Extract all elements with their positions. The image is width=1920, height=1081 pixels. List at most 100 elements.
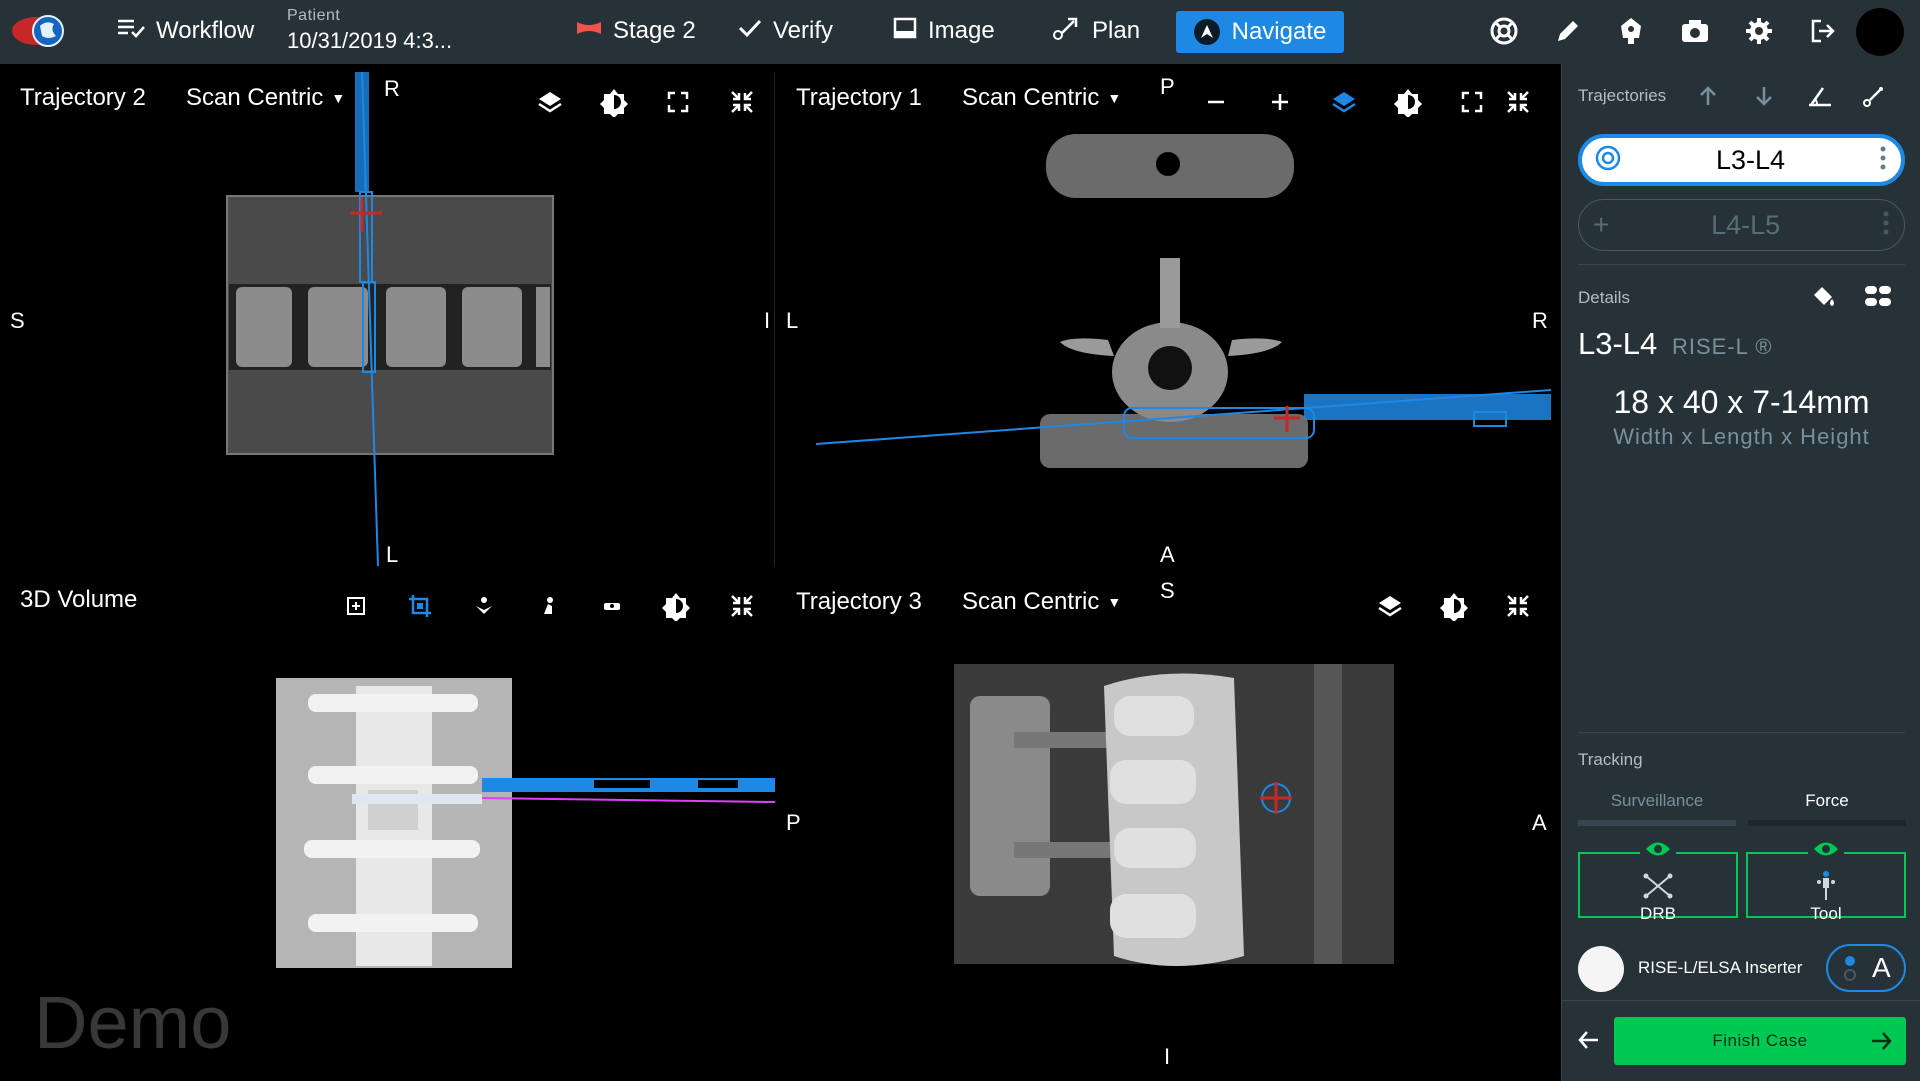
view-top-icon[interactable] xyxy=(466,588,502,624)
orientation-right: A xyxy=(1532,810,1547,835)
trajectories-label: Trajectories xyxy=(1578,86,1667,105)
contrast-icon[interactable] xyxy=(1436,588,1472,624)
logout-icon[interactable] xyxy=(1806,14,1840,48)
layers-icon[interactable] xyxy=(1372,588,1408,624)
crop-icon[interactable] xyxy=(402,588,438,624)
view-side-icon[interactable] xyxy=(530,588,566,624)
forward-arrow-icon xyxy=(1868,1028,1894,1059)
tracker-drb[interactable]: DRB xyxy=(1578,840,1738,923)
collapse-icon[interactable] xyxy=(724,84,760,120)
view-front-icon[interactable] xyxy=(594,588,630,624)
zoom-out-icon[interactable] xyxy=(1198,84,1234,120)
arrow-up-icon[interactable] xyxy=(1690,78,1726,114)
tracking-label: Tracking xyxy=(1578,750,1643,769)
mode-letter: A xyxy=(1872,952,1891,983)
grid-view-icon[interactable] xyxy=(1860,278,1896,314)
layers-icon[interactable] xyxy=(1326,84,1362,120)
fullscreen-icon[interactable] xyxy=(1454,84,1490,120)
orientation-top: R xyxy=(384,76,400,101)
collapse-icon[interactable] xyxy=(1500,588,1536,624)
finish-case-button[interactable]: Finish Case xyxy=(1614,1017,1906,1065)
trajectory-tool-icon[interactable] xyxy=(1856,78,1892,114)
help-icon[interactable] xyxy=(1487,14,1521,48)
orientation-right: R xyxy=(1532,308,1548,333)
edit-icon[interactable] xyxy=(1551,14,1585,48)
tab-image[interactable]: Image xyxy=(892,10,995,52)
scan-centric-dropdown[interactable]: Scan Centric ▼ xyxy=(962,588,1121,616)
workflow-label: Workflow xyxy=(156,17,255,44)
tab-force[interactable]: Force xyxy=(1748,791,1906,811)
divider xyxy=(1578,732,1905,733)
tracker-label: DRB xyxy=(1640,904,1676,923)
check-icon xyxy=(737,16,773,47)
top-bar: Workflow Patient 10/31/2019 4:3... Stage… xyxy=(0,0,1920,64)
avatar[interactable] xyxy=(1856,8,1904,56)
chevron-down-icon: ▼ xyxy=(1107,90,1122,106)
patient-label: Patient xyxy=(287,7,341,24)
image-icon xyxy=(892,16,928,47)
tracker-tool[interactable]: Tool xyxy=(1746,840,1906,923)
tab-navigate[interactable]: Navigate xyxy=(1176,11,1344,53)
stage-icon xyxy=(575,17,613,45)
collapse-icon[interactable] xyxy=(1500,84,1536,120)
fullscreen-icon[interactable] xyxy=(660,84,696,120)
tab-surveillance[interactable]: Surveillance xyxy=(1578,791,1736,811)
tracker-icon[interactable] xyxy=(1614,14,1648,48)
target-icon xyxy=(1594,144,1622,177)
viewport-title: Trajectory 1 xyxy=(796,84,922,111)
add-icon: + xyxy=(1593,209,1610,240)
details-title: L3-L4 xyxy=(1578,326,1658,361)
contrast-icon[interactable] xyxy=(596,84,632,120)
collapse-icon[interactable] xyxy=(724,588,760,624)
trajectory-card-l3-l4[interactable]: L3-L4 xyxy=(1578,134,1905,186)
arrow-down-icon[interactable] xyxy=(1746,78,1782,114)
tool-icon xyxy=(1816,868,1836,907)
details-label: Details xyxy=(1578,288,1630,307)
layers-icon[interactable] xyxy=(532,84,568,120)
add-view-icon[interactable] xyxy=(338,588,374,624)
scan-image xyxy=(226,72,554,566)
viewport-trajectory-2[interactable]: Trajectory 2 Scan Centric ▼ R L S I xyxy=(8,72,775,566)
divider xyxy=(1578,264,1905,265)
contrast-icon[interactable] xyxy=(1390,84,1426,120)
viewport-title: Trajectory 2 xyxy=(20,84,146,111)
workflow-button[interactable]: Workflow xyxy=(116,10,254,52)
implant-name: RISE-L ® xyxy=(1672,334,1773,359)
trajectory-card-l4-l5[interactable]: + L4-L5 xyxy=(1578,199,1905,251)
scan-centric-dropdown[interactable]: Scan Centric ▼ xyxy=(962,84,1121,112)
tab-label: Navigate xyxy=(1231,18,1327,45)
inserter-label: RISE-L/ELSA Inserter xyxy=(1638,958,1803,977)
angle-icon[interactable] xyxy=(1802,78,1838,114)
orientation-top: P xyxy=(1160,74,1175,99)
viewport-trajectory-1[interactable]: Trajectory 1 Scan Centric ▼ P A L R xyxy=(784,72,1551,566)
back-arrow-icon[interactable] xyxy=(1576,1027,1602,1058)
stage-indicator[interactable]: Stage 2 xyxy=(575,10,696,52)
tab-plan[interactable]: Plan xyxy=(1052,10,1140,52)
app-logo xyxy=(10,10,72,52)
orientation-right: I xyxy=(764,308,771,333)
settings-icon[interactable] xyxy=(1742,14,1776,48)
stage-label: Stage 2 xyxy=(613,17,696,44)
more-vert-icon[interactable] xyxy=(1879,145,1887,176)
tab-verify[interactable]: Verify xyxy=(737,10,833,52)
tab-label: Verify xyxy=(773,17,834,44)
tracker-label: Tool xyxy=(1810,904,1842,923)
drb-icon xyxy=(1642,872,1674,905)
paint-bucket-icon[interactable] xyxy=(1806,278,1842,314)
more-vert-icon[interactable] xyxy=(1882,210,1890,241)
trajectory-name: L4-L5 xyxy=(1711,209,1781,240)
inserter-status-indicator xyxy=(1578,946,1624,992)
finish-label: Finish Case xyxy=(1712,1031,1808,1050)
visible-eye-icon xyxy=(1808,840,1844,863)
viewport-trajectory-3[interactable]: Trajectory 3 Scan Centric ▼ S I P A xyxy=(784,576,1551,1072)
scan-centric-dropdown[interactable]: Scan Centric ▼ xyxy=(186,84,345,112)
dropdown-value: Scan Centric xyxy=(186,84,324,111)
camera-icon[interactable] xyxy=(1678,14,1712,48)
workflow-icon xyxy=(116,16,156,47)
orientation-left: P xyxy=(786,810,801,835)
contrast-icon[interactable] xyxy=(658,588,694,624)
mode-toggle[interactable]: A xyxy=(1826,944,1906,992)
zoom-in-icon[interactable] xyxy=(1262,84,1298,120)
tab-indicator-force xyxy=(1748,820,1906,826)
orientation-top: S xyxy=(1160,578,1175,603)
